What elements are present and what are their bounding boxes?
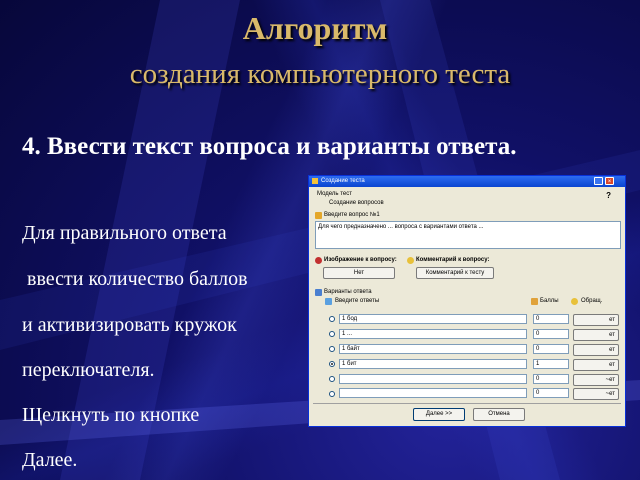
answer-field-3[interactable]: 1 байт xyxy=(339,344,527,354)
answer-field-4[interactable]: 1 бит xyxy=(339,359,527,369)
test-name-label: Модель тест xyxy=(317,191,352,197)
slide-subtitle: создания компьютерного теста xyxy=(129,58,511,90)
cancel-button[interactable]: Отмена xyxy=(473,408,525,421)
image-label: Изображение к вопросу: xyxy=(324,257,397,263)
answer-radio-5[interactable] xyxy=(329,376,335,382)
slide-title: Алгоритм xyxy=(242,10,388,46)
footer-divider xyxy=(313,403,621,404)
points-field-4[interactable]: 1 xyxy=(533,359,569,369)
points-column-label: Баллы xyxy=(540,298,559,304)
instruction-line-1: Для правильного ответа xyxy=(22,222,227,244)
comment-button-1[interactable]: ет xyxy=(573,314,619,326)
comment-icon xyxy=(407,257,414,264)
points-field-5[interactable]: 0 xyxy=(533,374,569,384)
answers-header: Варианты ответа xyxy=(324,289,372,295)
dialog-title: Создание теста xyxy=(321,178,365,184)
points-field-2[interactable]: 0 xyxy=(533,329,569,339)
instruction-line-2: ввести количество баллов xyxy=(22,268,248,290)
answer-radio-4[interactable] xyxy=(329,361,335,367)
points-icon xyxy=(531,298,538,305)
next-button[interactable]: Далее >> xyxy=(413,408,465,421)
instruction-line-4: переключателя. xyxy=(22,359,155,381)
points-field-1[interactable]: 0 xyxy=(533,314,569,324)
answer-radio-1[interactable] xyxy=(329,316,335,322)
comment-button-3[interactable]: ет xyxy=(573,344,619,356)
image-none-button[interactable]: Нет xyxy=(323,267,395,279)
comment-button-2[interactable]: ет xyxy=(573,329,619,341)
answer-radio-6[interactable] xyxy=(329,391,335,397)
comment-label: Комментарий к вопросу: xyxy=(416,257,490,263)
answers-column-label: Введите ответы xyxy=(335,298,380,304)
comment-button-5[interactable]: ~ет xyxy=(573,374,619,386)
comment-button-4[interactable]: ет xyxy=(573,359,619,371)
question-label: Введите вопрос №1 xyxy=(324,212,380,218)
comment-button[interactable]: Комментарий к тесту xyxy=(416,267,494,279)
points-field-6[interactable]: 0 xyxy=(533,388,569,398)
close-button[interactable]: × xyxy=(605,177,614,185)
answers-icon xyxy=(315,289,322,296)
comment-column-label: Обращ. xyxy=(581,298,603,304)
list-icon xyxy=(325,298,332,305)
minimize-button[interactable]: _ xyxy=(594,177,603,185)
help-icon[interactable]: ? xyxy=(606,191,611,200)
test-creation-dialog: Создание теста _ × Модель тест Создание … xyxy=(308,175,626,427)
image-icon xyxy=(315,257,322,264)
app-icon xyxy=(312,178,318,184)
answer-field-5[interactable] xyxy=(339,374,527,384)
instruction-line-3: и активизировать кружок xyxy=(22,314,237,336)
answer-field-6[interactable] xyxy=(339,388,527,398)
comment-col-icon xyxy=(571,298,578,305)
step-heading: 4. Ввести текст вопроса и варианты ответ… xyxy=(22,133,517,160)
answer-field-2[interactable]: 1 ... xyxy=(339,329,527,339)
dialog-titlebar: Создание теста _ × xyxy=(309,176,625,187)
instruction-line-5: Щелкнуть по кнопке xyxy=(22,404,200,426)
test-subname: Создание вопросов xyxy=(329,200,384,206)
pencil-icon xyxy=(315,212,322,219)
instruction-line-6: Далее. xyxy=(22,449,78,471)
answer-field-1[interactable]: 1 бод xyxy=(339,314,527,324)
question-text-field[interactable]: Для чего предназначено ... вопроса с вар… xyxy=(315,221,621,249)
answer-radio-3[interactable] xyxy=(329,346,335,352)
answer-radio-2[interactable] xyxy=(329,331,335,337)
comment-button-6[interactable]: ~ет xyxy=(573,388,619,400)
points-field-3[interactable]: 0 xyxy=(533,344,569,354)
